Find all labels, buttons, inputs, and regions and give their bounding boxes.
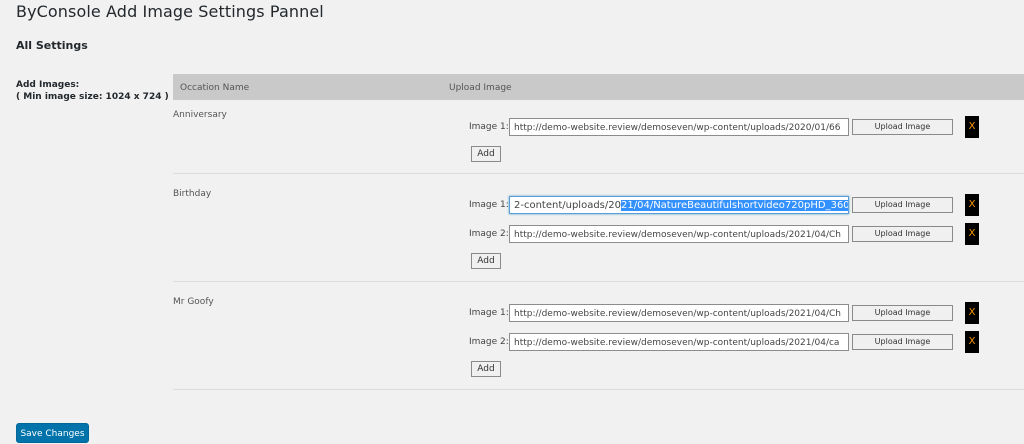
- image-row: Image 1: http://demo-website.review/demo…: [469, 116, 989, 140]
- save-changes-button[interactable]: Save Changes: [16, 423, 89, 443]
- upload-image-button[interactable]: Upload Image: [852, 305, 953, 321]
- upload-image-button[interactable]: Upload Image: [852, 119, 953, 135]
- remove-image-button[interactable]: X: [965, 116, 979, 138]
- remove-image-button[interactable]: X: [965, 194, 979, 216]
- upload-image-button[interactable]: Upload Image: [852, 334, 953, 350]
- add-image-button[interactable]: Add: [471, 361, 501, 377]
- image-label: Image 1:: [469, 200, 509, 210]
- occasions-table: Occation Name Upload Image Anniversary I…: [173, 74, 1024, 390]
- add-image-button[interactable]: Add: [471, 146, 501, 162]
- occasion-row-birthday: Birthday Image 1: 2-content/uploads/2021…: [173, 174, 1024, 282]
- image-label: Image 1:: [469, 308, 509, 318]
- image-url-input[interactable]: 2-content/uploads/2021/04/NatureBeautifu…: [509, 196, 849, 214]
- url-text: 2-content/uploads/20: [514, 200, 621, 211]
- selected-url-text: 21/04/NatureBeautifulshortvideo720pHD_36…: [621, 200, 848, 211]
- image-url-input[interactable]: http://demo-website.review/demoseven/wp-…: [509, 118, 849, 136]
- remove-image-button[interactable]: X: [965, 223, 979, 245]
- page-title: ByConsole Add Image Settings Pannel: [16, 2, 324, 21]
- column-header-upload: Upload Image: [449, 83, 512, 93]
- remove-image-button[interactable]: X: [965, 302, 979, 324]
- image-url-input[interactable]: http://demo-website.review/demoseven/wp-…: [509, 333, 849, 351]
- image-row: Image 1: http://demo-website.review/demo…: [469, 302, 989, 326]
- add-images-label: Add Images: ( Min image size: 1024 x 724…: [16, 79, 169, 103]
- image-label: Image 2:: [469, 229, 509, 239]
- min-size-note: ( Min image size: 1024 x 724 ): [16, 92, 169, 102]
- column-header-occasion: Occation Name: [180, 83, 250, 93]
- upload-image-button[interactable]: Upload Image: [852, 226, 953, 242]
- add-images-label-title: Add Images:: [16, 80, 80, 90]
- image-row: Image 1: 2-content/uploads/2021/04/Natur…: [469, 194, 989, 218]
- image-row: Image 2: http://demo-website.review/demo…: [469, 331, 989, 355]
- occasion-name: Mr Goofy: [173, 297, 214, 307]
- image-label: Image 2:: [469, 337, 509, 347]
- section-title: All Settings: [16, 39, 88, 52]
- remove-image-button[interactable]: X: [965, 331, 979, 353]
- image-url-input[interactable]: http://demo-website.review/demoseven/wp-…: [509, 225, 849, 243]
- add-image-button[interactable]: Add: [471, 253, 501, 269]
- table-header: Occation Name Upload Image: [173, 74, 1024, 100]
- upload-image-button[interactable]: Upload Image: [852, 197, 953, 213]
- occasion-name: Birthday: [173, 189, 212, 199]
- image-row: Image 2: http://demo-website.review/demo…: [469, 223, 989, 247]
- occasion-row-mr-goofy: Mr Goofy Image 1: http://demo-website.re…: [173, 282, 1024, 390]
- occasion-row-anniversary: Anniversary Image 1: http://demo-website…: [173, 100, 1024, 174]
- image-label: Image 1:: [469, 122, 509, 132]
- occasion-name: Anniversary: [173, 110, 227, 120]
- image-url-input[interactable]: http://demo-website.review/demoseven/wp-…: [509, 304, 849, 322]
